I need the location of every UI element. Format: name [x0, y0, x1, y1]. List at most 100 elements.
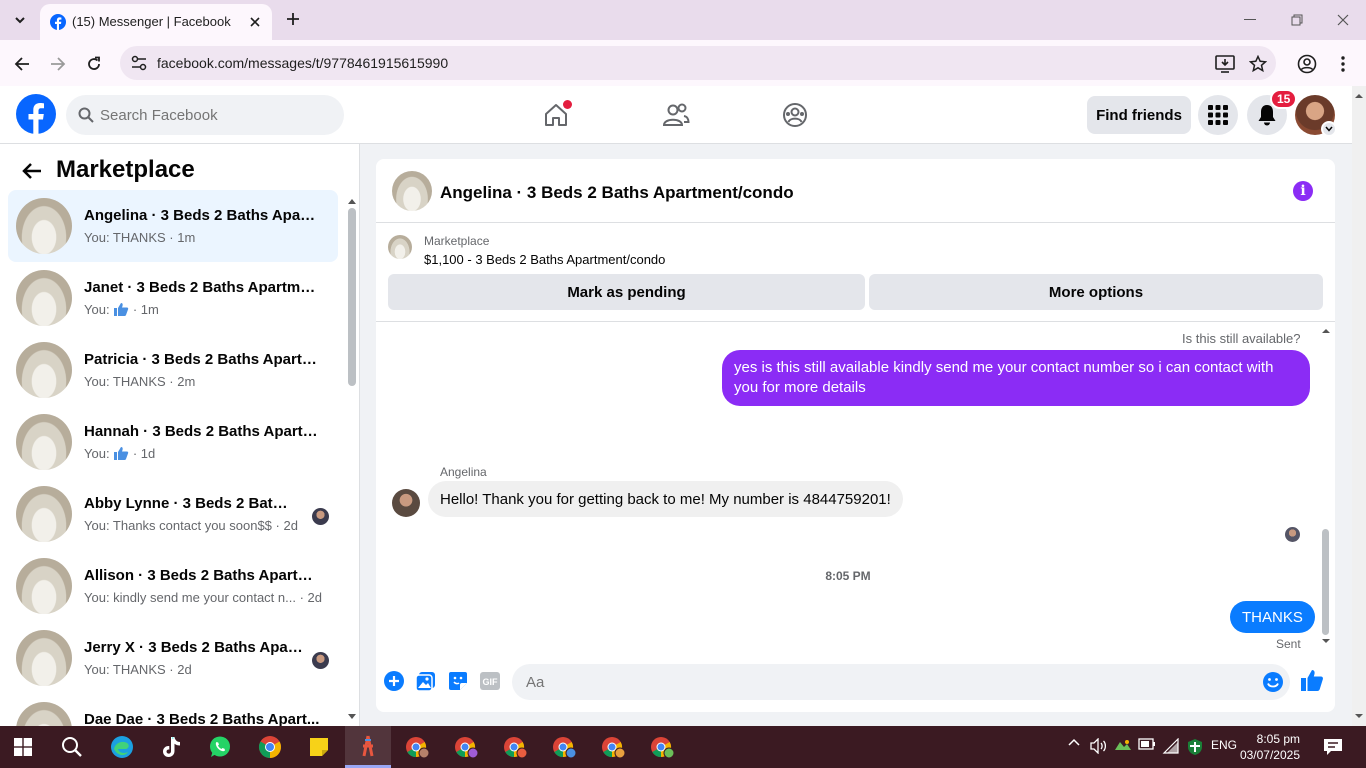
sent-message-bubble[interactable]: THANKS [1230, 601, 1315, 633]
minimize-icon[interactable] [1230, 6, 1270, 34]
more-options-button[interactable]: More options [869, 274, 1323, 310]
notification-count-badge: 15 [1270, 89, 1298, 109]
tray-app-icon[interactable] [1113, 738, 1133, 754]
conversation-name: Hannah · 3 Beds 2 Baths Apartm... [84, 423, 320, 440]
gif-icon[interactable]: GIF [478, 669, 502, 693]
mark-as-pending-button[interactable]: Mark as pending [388, 274, 865, 310]
listing-thumbnail [16, 630, 72, 686]
site-settings-icon[interactable] [130, 54, 148, 72]
outgoing-message-bubble[interactable]: yes is this still available kindly send … [722, 350, 1310, 406]
sender-avatar[interactable] [392, 489, 420, 517]
thumbs-up-icon [113, 446, 129, 460]
conversation-item[interactable]: Angelina · 3 Beds 2 Baths Apart... You: … [8, 190, 338, 262]
conversation-list: Angelina · 3 Beds 2 Baths Apart... You: … [8, 190, 338, 726]
preview-time: · 1d [132, 446, 156, 461]
add-plus-icon[interactable] [382, 669, 406, 693]
tab-search-dropdown-icon[interactable] [8, 8, 32, 32]
wifi-icon[interactable] [1161, 738, 1181, 754]
conversation-item[interactable]: Jerry X · 3 Beds 2 Baths Apart... You: T… [8, 622, 338, 694]
conversation-preview: You: THANKS · 2m [84, 374, 196, 389]
conversation-item[interactable]: Abby Lynne · 3 Beds 2 Baths ... You: Tha… [8, 478, 338, 550]
security-shield-icon[interactable] [1185, 738, 1205, 756]
windows-start-icon[interactable] [0, 726, 46, 768]
friends-nav-icon[interactable] [656, 96, 696, 134]
conversation-item[interactable]: Patricia · 3 Beds 2 Baths Apartm... You:… [8, 334, 338, 406]
active-app-icon[interactable] [345, 726, 391, 768]
conversation-preview: You: · 1m [84, 302, 159, 317]
message-input[interactable] [526, 664, 1246, 700]
conversation-list-scroll-thumb[interactable] [348, 208, 356, 386]
chrome-profile-icon-6[interactable] [639, 726, 685, 768]
address-bar[interactable]: facebook.com/messages/t/9778461915615990 [120, 46, 1276, 80]
info-icon[interactable]: i [1293, 181, 1313, 201]
chat-scroll-thumb[interactable] [1322, 529, 1329, 635]
photo-gallery-icon[interactable] [414, 669, 438, 693]
chat-panel: Angelina · 3 Beds 2 Baths Apartment/cond… [376, 159, 1335, 712]
taskbar-search-icon[interactable] [49, 726, 95, 768]
marketplace-listing-thumbnail [388, 235, 412, 259]
conversation-item[interactable]: Dae Dae · 3 Beds 2 Baths Apart... [8, 694, 338, 726]
listing-thumbnail [16, 486, 72, 542]
window-close-icon[interactable] [1323, 6, 1363, 34]
chat-title[interactable]: Angelina · 3 Beds 2 Baths Apartment/cond… [440, 183, 794, 203]
browser-tab[interactable]: (15) Messenger | Facebook [40, 4, 272, 40]
account-chevron-down-icon[interactable] [1321, 121, 1337, 137]
facebook-search-input[interactable] [100, 95, 330, 135]
profile-icon[interactable] [1295, 52, 1319, 76]
listing-title[interactable]: $1,100 - 3 Beds 2 Baths Apartment/condo [424, 252, 665, 267]
browser-menu-icon[interactable] [1331, 52, 1355, 76]
message-input-box[interactable] [512, 664, 1290, 700]
send-like-icon[interactable] [1300, 668, 1324, 692]
emoji-icon[interactable] [1262, 671, 1284, 693]
marketplace-label: Marketplace [424, 234, 490, 248]
restore-icon[interactable] [1277, 6, 1317, 34]
tiktok-icon[interactable] [148, 726, 194, 768]
bookmark-star-icon[interactable] [1246, 52, 1270, 76]
facebook-search-box[interactable] [66, 95, 344, 135]
preview-time: · 1m [132, 302, 159, 317]
chrome-profile-icon-1[interactable] [394, 726, 440, 768]
chat-listing-avatar[interactable] [392, 171, 432, 211]
edge-icon[interactable] [99, 726, 145, 768]
conversation-name: Janet · 3 Beds 2 Baths Apartmen... [84, 279, 320, 296]
battery-icon[interactable] [1137, 738, 1157, 750]
find-friends-button[interactable]: Find friends [1087, 96, 1191, 134]
install-app-icon[interactable] [1213, 52, 1237, 76]
incoming-message-bubble[interactable]: Hello! Thank you for getting back to me!… [428, 481, 903, 517]
forward-icon[interactable] [45, 51, 71, 77]
volume-icon[interactable] [1089, 738, 1109, 754]
conversation-preview: You: THANKS · 1m [84, 230, 196, 245]
thumbs-up-icon [113, 302, 129, 316]
groups-nav-icon[interactable] [775, 96, 815, 134]
menu-grid-icon[interactable] [1198, 95, 1238, 135]
read-receipt-avatar [1285, 527, 1300, 542]
language-indicator[interactable]: ENG [1210, 738, 1238, 752]
listing-thumbnail [16, 270, 72, 326]
listing-thumbnail [16, 414, 72, 470]
whatsapp-icon[interactable] [197, 726, 243, 768]
chrome-profile-icon-3[interactable] [492, 726, 538, 768]
conversation-item[interactable]: Janet · 3 Beds 2 Baths Apartmen... You: … [8, 262, 338, 334]
back-arrow-icon[interactable] [22, 162, 42, 180]
reload-icon[interactable] [81, 51, 107, 77]
sticker-icon[interactable] [446, 669, 470, 693]
new-tab-icon[interactable] [282, 8, 304, 30]
facebook-logo-icon[interactable] [16, 94, 56, 134]
sticky-notes-icon[interactable] [296, 726, 342, 768]
home-notification-dot [563, 100, 572, 109]
conversation-item[interactable]: Hannah · 3 Beds 2 Baths Apartm... You: ·… [8, 406, 338, 478]
chrome-icon[interactable] [247, 726, 293, 768]
tab-close-icon[interactable] [246, 13, 264, 31]
chrome-profile-icon-5[interactable] [590, 726, 636, 768]
search-icon [78, 107, 94, 123]
back-icon[interactable] [9, 51, 35, 77]
taskbar-clock[interactable]: 8:05 pm 03/07/2025 [1238, 731, 1300, 763]
page-scrollbar[interactable] [1352, 86, 1366, 726]
conversation-name: Dae Dae · 3 Beds 2 Baths Apart... [84, 711, 320, 726]
tray-overflow-chevron-icon[interactable] [1066, 738, 1082, 746]
conversation-item[interactable]: Allison · 3 Beds 2 Baths Apartme... You:… [8, 550, 338, 622]
seen-avatar [312, 652, 329, 669]
chrome-profile-icon-2[interactable] [443, 726, 489, 768]
chrome-profile-icon-4[interactable] [541, 726, 587, 768]
notification-center-icon[interactable] [1322, 738, 1344, 756]
